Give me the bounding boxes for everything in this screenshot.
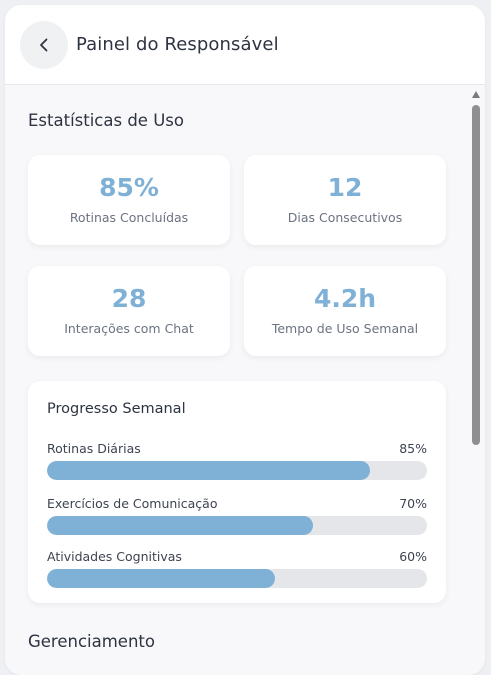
progress-fill — [47, 569, 275, 588]
progress-fill — [47, 461, 370, 480]
app-window: Painel do Responsável Estatísticas de Us… — [5, 5, 485, 675]
progress-label: Rotinas Diárias — [47, 441, 141, 456]
back-button[interactable] — [20, 20, 68, 69]
progress-row-cognitive: Atividades Cognitivas 60% — [47, 549, 427, 593]
stat-card-usage-time: 4.2h Tempo de Uso Semanal — [244, 266, 446, 356]
page-title: Painel do Responsável — [76, 34, 279, 55]
scrollbar[interactable] — [471, 91, 481, 675]
progress-row-communication: Exercícios de Comunicação 70% — [47, 496, 427, 540]
header: Painel do Responsável — [5, 5, 485, 85]
progress-row-daily-routines: Rotinas Diárias 85% — [47, 441, 427, 485]
stat-label: Dias Consecutivos — [287, 210, 403, 225]
stat-value: 12 — [327, 173, 363, 202]
progress-label: Atividades Cognitivas — [47, 549, 182, 564]
progress-label: Exercícios de Comunicação — [47, 496, 218, 511]
stat-label: Tempo de Uso Semanal — [271, 321, 419, 336]
stat-card-streak: 12 Dias Consecutivos — [244, 155, 446, 245]
progress-title: Progresso Semanal — [47, 401, 186, 417]
scroll-thumb[interactable] — [472, 105, 480, 445]
stat-card-routines: 85% Rotinas Concluídas — [28, 155, 230, 245]
stat-label: Interações com Chat — [64, 321, 194, 336]
progress-percent: 85% — [399, 441, 427, 456]
progress-track — [47, 516, 427, 535]
progress-track — [47, 569, 427, 588]
management-section-title: Gerenciamento — [28, 632, 155, 651]
stats-section-title: Estatísticas de Uso — [28, 111, 184, 130]
main-content: Estatísticas de Uso 85% Rotinas Concluíd… — [5, 85, 485, 675]
progress-track — [47, 461, 427, 480]
weekly-progress-card: Progresso Semanal Rotinas Diárias 85% Ex… — [28, 381, 446, 603]
progress-percent: 70% — [399, 496, 427, 511]
stat-value: 28 — [111, 284, 147, 313]
stat-card-chat: 28 Interações com Chat — [28, 266, 230, 356]
chevron-left-icon — [40, 38, 48, 51]
stat-value: 85% — [99, 173, 159, 202]
progress-fill — [47, 516, 313, 535]
stat-value: 4.2h — [313, 284, 377, 313]
scroll-up-arrow-icon[interactable] — [472, 91, 480, 98]
stat-label: Rotinas Concluídas — [69, 210, 189, 225]
progress-percent: 60% — [399, 549, 427, 564]
